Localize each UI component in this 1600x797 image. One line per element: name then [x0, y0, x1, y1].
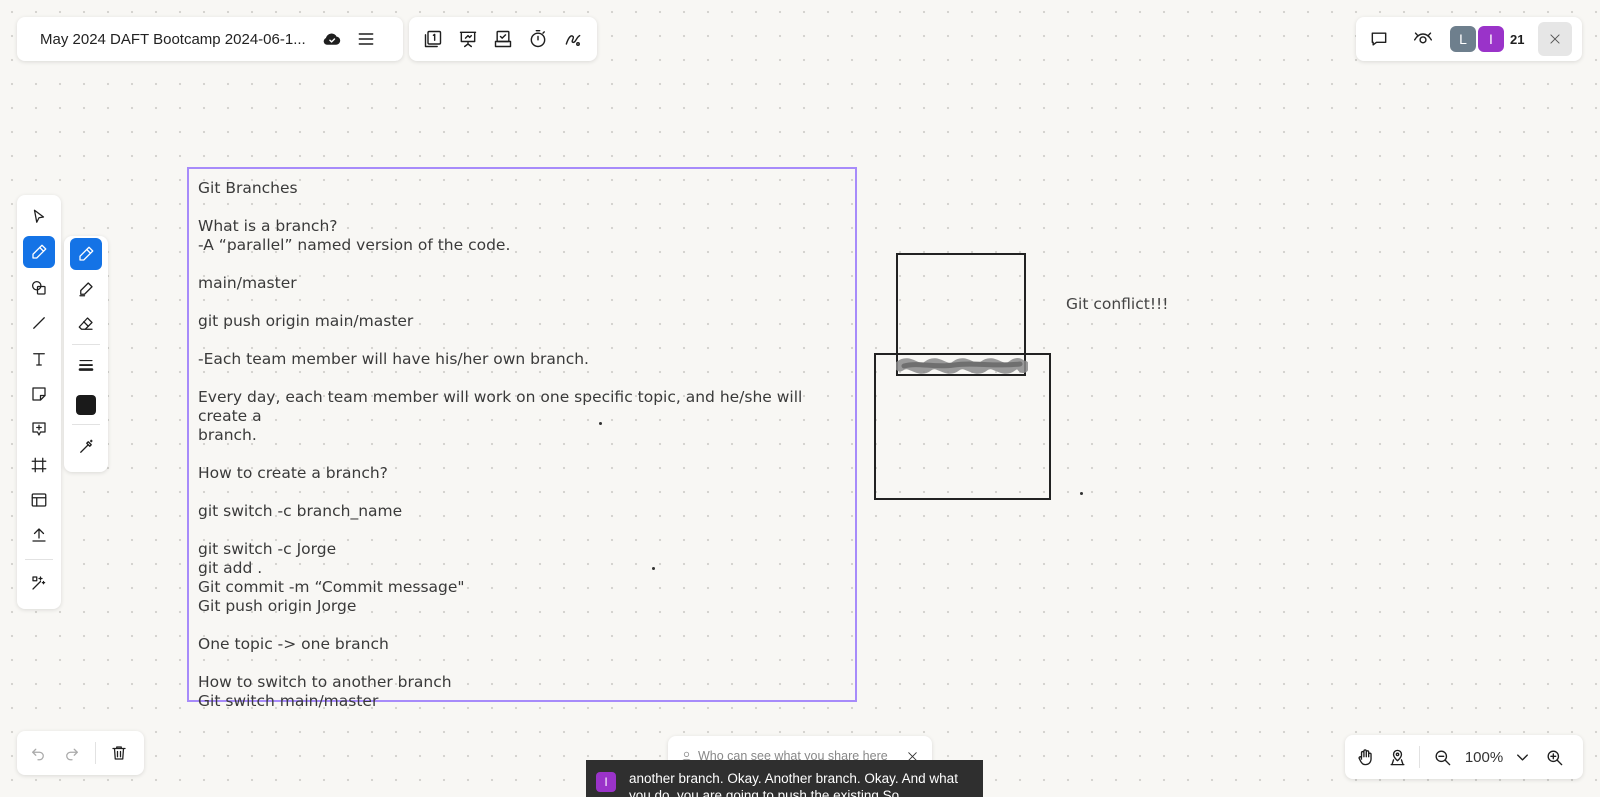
timer-icon[interactable]	[521, 22, 555, 56]
pen-tool-icon[interactable]	[23, 236, 55, 268]
trash-icon[interactable]	[102, 736, 136, 770]
live-caption: I another branch. Okay. Another branch. …	[586, 760, 983, 797]
note-line	[198, 483, 848, 502]
text-tool-icon[interactable]	[23, 343, 55, 375]
undo-icon[interactable]	[21, 736, 55, 770]
note-line: Git push origin Jorge	[198, 597, 357, 615]
zoom-in-icon[interactable]	[1538, 741, 1570, 773]
note-line: git push origin main/master	[198, 312, 414, 330]
shapes-tool-icon[interactable]	[23, 272, 55, 304]
note-line	[198, 654, 848, 673]
map-pin-icon[interactable]	[1381, 741, 1413, 773]
note-line: One topic -> one branch	[198, 635, 389, 653]
note-line	[198, 521, 848, 540]
note-line: Every day, each team member will work on…	[198, 388, 803, 425]
board-title[interactable]: May 2024 DAFT Bootcamp 2024-06-1...	[40, 31, 315, 48]
note-line	[198, 331, 848, 350]
zoom-out-icon[interactable]	[1426, 741, 1458, 773]
avatar[interactable]: L	[1450, 26, 1476, 52]
highlighter-icon[interactable]	[70, 273, 102, 305]
left-toolbar	[17, 195, 61, 609]
note-line: branch.	[198, 426, 257, 444]
history-divider	[95, 742, 96, 764]
eraser-icon[interactable]	[70, 308, 102, 340]
comment-tool-icon[interactable]	[23, 413, 55, 445]
note-line: main/master	[198, 274, 297, 292]
voting-icon[interactable]	[486, 22, 520, 56]
caption-avatar: I	[596, 772, 616, 792]
note-line: How to switch to another branch	[198, 673, 452, 691]
note-line	[198, 369, 848, 388]
participant-count[interactable]: 21	[1510, 32, 1532, 47]
menu-icon[interactable]	[349, 22, 383, 56]
options-divider	[72, 424, 100, 425]
zoom-level[interactable]: 100%	[1462, 749, 1506, 766]
note-line: -Each team member will have his/her own …	[198, 350, 589, 368]
note-line: Git Branches	[198, 179, 298, 197]
note-line	[198, 255, 848, 274]
collaborators-panel: L I 21	[1356, 17, 1582, 61]
zoom-divider	[1419, 746, 1420, 768]
lasso-magic-icon[interactable]	[70, 431, 102, 463]
avatar[interactable]: I	[1478, 26, 1504, 52]
note-line	[198, 293, 848, 312]
toolbar-divider	[25, 559, 53, 560]
options-divider	[72, 344, 100, 345]
pen-icon[interactable]	[70, 238, 102, 270]
caption-text: another branch. Okay. Another branch. Ok…	[629, 771, 958, 797]
note-line	[198, 616, 848, 635]
board-title-panel: May 2024 DAFT Bootcamp 2024-06-1...	[17, 17, 403, 61]
magic-tool-icon[interactable]	[23, 567, 55, 599]
stroke-weight-icon[interactable]	[70, 349, 102, 381]
collaboration-tools-panel	[409, 17, 597, 61]
redo-icon[interactable]	[55, 736, 89, 770]
line-tool-icon[interactable]	[23, 307, 55, 339]
upload-icon[interactable]	[23, 519, 55, 551]
cloud-sync-icon[interactable]	[315, 22, 349, 56]
note-line	[198, 445, 848, 464]
ink-dot	[1080, 492, 1083, 495]
pages-icon[interactable]	[416, 22, 450, 56]
note-line: -A “parallel” named version of the code.	[198, 236, 511, 254]
chevron-down-icon[interactable]	[1506, 741, 1538, 773]
select-tool-icon[interactable]	[23, 201, 55, 233]
pen-options-panel	[64, 236, 108, 472]
close-button[interactable]	[1538, 22, 1572, 56]
note-line: git add .	[198, 559, 263, 577]
chat-icon[interactable]	[1362, 22, 1396, 56]
note-line: Git switch main/master	[198, 692, 379, 710]
conflict-label[interactable]: Git conflict!!!	[1066, 295, 1168, 313]
note-line: git switch -c Jorge	[198, 540, 337, 558]
color-swatch-fill	[76, 395, 96, 415]
present-icon[interactable]	[451, 22, 485, 56]
laser-pointer-icon[interactable]	[556, 22, 590, 56]
note-line: How to create a branch?	[198, 464, 388, 482]
templates-icon[interactable]	[23, 484, 55, 516]
sticky-note-icon[interactable]	[23, 378, 55, 410]
ink-dot	[599, 422, 602, 425]
note-text[interactable]: Git Branches What is a branch? -A “paralle…	[198, 179, 848, 711]
color-swatch[interactable]	[70, 389, 102, 421]
history-panel	[17, 731, 144, 775]
ink-dot	[652, 567, 655, 570]
frame-tool-icon[interactable]	[23, 449, 55, 481]
note-line	[198, 198, 848, 217]
zoom-panel: 100%	[1345, 735, 1583, 779]
note-line: What is a branch?	[198, 217, 338, 235]
follow-icon[interactable]	[1406, 22, 1440, 56]
note-line: git switch -c branch_name	[198, 502, 403, 520]
scribble-drawing[interactable]	[896, 350, 1028, 382]
hand-pan-icon[interactable]	[1349, 741, 1381, 773]
note-line: Git commit -m “Commit message"	[198, 578, 465, 596]
